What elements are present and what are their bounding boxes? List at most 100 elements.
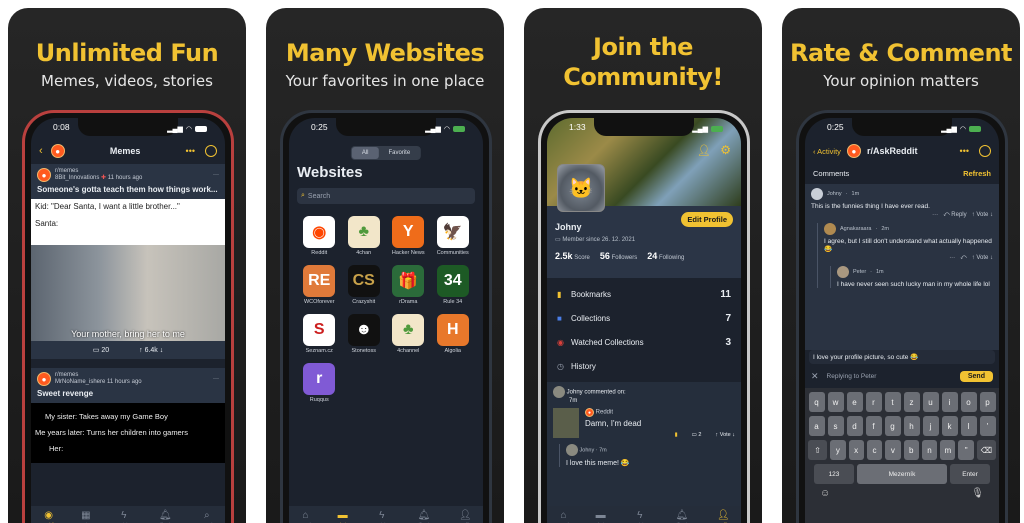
key[interactable]: " [958,440,974,460]
key[interactable]: l [960,416,977,436]
key[interactable]: s [827,416,844,436]
key[interactable]: k [941,416,958,436]
microphone-icon[interactable]: 🎙︎ [971,488,984,499]
downvote-icon[interactable]: ↓ [160,347,164,354]
tab-notifications[interactable]: 🔔︎Notifications [153,511,178,523]
vote-control[interactable]: ↑ Vote ↓ [972,212,993,218]
emoji-icon[interactable]: ☺ [820,488,830,499]
post-card[interactable]: ● r/memes MrNoName_ishere 11 hours ago ·… [31,368,225,463]
stat-followers[interactable]: 56 Followers [600,251,637,261]
remove-friend-icon[interactable]: 👤︎ [697,144,711,157]
menu-watched-collections[interactable]: ◉ Watched Collections 3 [547,330,741,354]
key[interactable]: v [885,440,901,460]
website-tile[interactable]: RE WCOforever [297,265,342,305]
key[interactable]: r [865,392,882,412]
tab-websites[interactable]: ▬Websites [591,511,609,523]
more-icon[interactable]: ··· [932,212,938,218]
bookmark-icon[interactable]: ▮ [675,432,678,438]
back-chevron-icon[interactable]: ‹ [39,145,43,157]
website-tile[interactable]: 🦅 Communities [431,216,476,256]
key[interactable]: q [808,392,825,412]
tab-search[interactable]: ⌕Search [200,511,214,523]
compass-icon[interactable] [979,145,991,157]
key[interactable]: o [960,392,977,412]
comment-button[interactable]: ▭ 20 [93,346,109,354]
compass-icon[interactable] [205,145,217,157]
vote-control[interactable]: ↑ Vote ↓ [972,255,993,261]
key[interactable]: i [941,392,958,412]
menu-history[interactable]: ◷ History [547,354,741,378]
post-card[interactable]: ● r/memes 8Bit_Innovations ✚ 11 hours ag… [31,164,225,359]
tab-activity[interactable]: ϟActivity [117,511,131,523]
activity-post[interactable]: ● Reddit Damn, I'm dead ▮ ▭ 2 ↑ Vote ↓ [553,408,735,438]
key[interactable]: x [848,440,864,460]
website-tile[interactable]: CS Crazyshit [342,265,387,305]
edit-profile-button[interactable]: Edit Profile [681,212,733,227]
segment-favorite[interactable]: Favorite [378,147,420,159]
more-icon[interactable]: ··· [949,255,955,261]
key[interactable]: p [979,392,996,412]
key[interactable]: m [940,440,956,460]
key[interactable]: w [827,392,844,412]
website-tile[interactable]: ♣ 4chan [342,216,387,256]
key[interactable]: g [884,416,901,436]
refresh-button[interactable]: Refresh [963,169,991,178]
website-tile[interactable]: ♣ 4channel [386,314,431,354]
meme-image[interactable]: Your mother, bring her to me [31,245,225,341]
key[interactable]: t [884,392,901,412]
key[interactable]: n [921,440,938,460]
tab-notifications[interactable]: 🔔︎Notifications [670,511,695,523]
website-tile[interactable]: ☻ Stonetoss [342,314,387,354]
key[interactable]: j [922,416,939,436]
enter-key[interactable]: Enter [950,464,990,484]
tab-reddit[interactable]: ◉Reddit [42,511,55,523]
tab-notifications[interactable]: 🔔︎Notifications [412,511,437,523]
website-tile[interactable]: Y Hacker News [386,216,431,256]
backspace-key[interactable]: ⌫ [976,440,996,460]
key[interactable]: b [903,440,919,460]
profile-avatar[interactable]: 🐱 [557,164,605,212]
vote-control[interactable]: ↑ 6.4k ↓ [139,347,163,354]
tab-sections[interactable]: ▦Sections [77,511,94,523]
tab-activity[interactable]: ϟActivity [375,511,389,523]
more-icon[interactable]: ••• [960,146,969,156]
key[interactable]: a [808,416,825,436]
post-subreddit[interactable]: r/memes [55,372,78,378]
menu-bookmarks[interactable]: ▮ Bookmarks 11 [547,282,741,306]
tab-feed[interactable]: ⌂Feed [558,511,568,523]
reply-icon[interactable]: ⤺ [960,255,966,261]
tab-profile[interactable]: 👤︎Profile [459,511,472,523]
menu-collections[interactable]: ■ Collections 7 [547,306,741,330]
back-button[interactable]: ‹ Activity [813,147,841,156]
send-button[interactable]: Send [959,370,993,382]
shift-key[interactable]: ⇧ [808,440,828,460]
close-icon[interactable]: ✕ [811,371,819,382]
website-tile[interactable]: r Ruqqus [297,363,342,403]
website-tile[interactable]: H Algolia [431,314,476,354]
key[interactable]: z [903,392,920,412]
website-tile[interactable]: 🎁 rDrama [386,265,431,305]
key[interactable]: ' [979,416,996,436]
tab-feed[interactable]: ⌂Feed [300,511,310,523]
numbers-key[interactable]: 123 [814,464,854,484]
space-key[interactable]: Mezerník [857,464,947,484]
tab-profile[interactable]: 👤︎Profile [717,511,730,523]
key[interactable]: h [903,416,920,436]
post-author[interactable]: MrNoName_ishere [55,379,105,385]
post-more-icon[interactable]: ··· [213,376,219,382]
website-tile[interactable]: S Seznam.cz [297,314,342,354]
vote-control[interactable]: ↑ Vote ↓ [715,432,735,438]
search-input[interactable]: ⌕ Search [297,188,475,204]
post-subreddit[interactable]: r/memes [55,168,78,174]
key[interactable]: d [846,416,863,436]
comment-input[interactable]: I love your profile picture, so cute 😂 [809,350,995,364]
tab-activity[interactable]: ϟActivity [633,511,647,523]
website-tile[interactable]: ◉ Reddit [297,216,342,256]
stat-following[interactable]: 24 Following [647,251,684,261]
comment-count[interactable]: ▭ 2 [692,432,702,438]
reply-button[interactable]: ⤺ Reply [943,212,966,218]
gear-icon[interactable]: ⚙ [720,143,731,157]
stat-score[interactable]: 2.5k Score [555,251,590,261]
upvote-icon[interactable]: ↑ [139,347,143,354]
more-icon[interactable]: ••• [186,146,195,156]
